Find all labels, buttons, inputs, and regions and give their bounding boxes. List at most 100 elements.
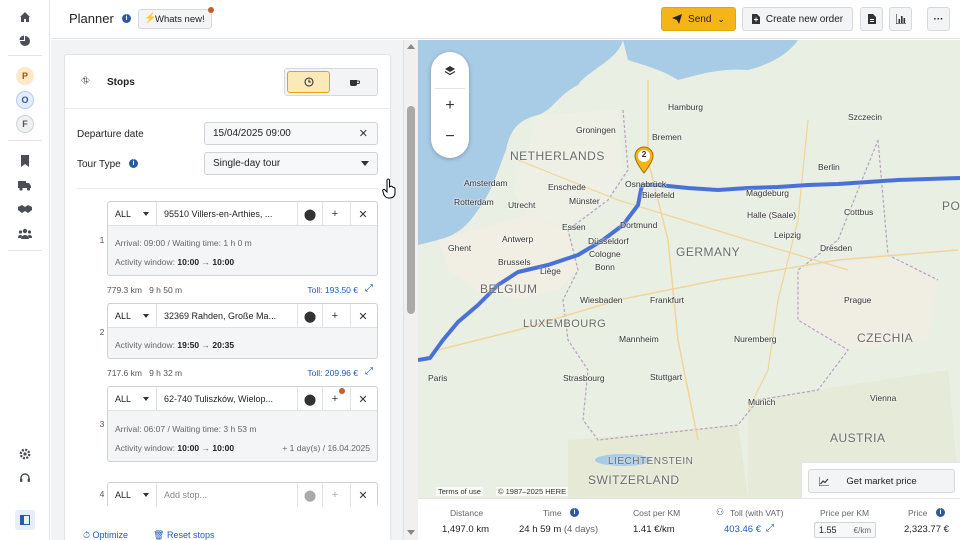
- price-info-icon[interactable]: i: [936, 508, 945, 517]
- leg-toll[interactable]: Toll: 209.96 €: [307, 368, 358, 378]
- location-pin-icon[interactable]: ⬤: [297, 483, 322, 507]
- zoom-out-icon[interactable]: −: [441, 128, 459, 146]
- stop-address[interactable]: 32369 Rahden, Große Ma...: [164, 304, 296, 328]
- remove-stop-icon[interactable]: ✕: [350, 202, 375, 226]
- add-stop-input[interactable]: Add stop...: [164, 483, 296, 507]
- stop-address[interactable]: 95510 Villers-en-Arthies, ...: [164, 202, 296, 226]
- left-panel: ⛗ Stops Departure date 15/04/2025 09:00 …: [51, 40, 403, 540]
- city-label: Enschede: [548, 182, 586, 192]
- price-per-km-input[interactable]: 1.55 €/km: [814, 522, 876, 538]
- clock-toggle-button[interactable]: [287, 71, 330, 93]
- statistics-button[interactable]: [889, 7, 912, 31]
- add-icon[interactable]: +: [322, 304, 347, 328]
- create-new-order-button[interactable]: Create new order: [742, 7, 853, 31]
- handshake-icon[interactable]: [15, 199, 35, 219]
- pdf-export-button[interactable]: [860, 7, 883, 31]
- notification-dot: [207, 7, 214, 13]
- clear-date-icon[interactable]: ✕: [359, 127, 368, 140]
- view-toggle: [284, 68, 378, 96]
- distance-value: 1,497.0 km: [442, 524, 489, 535]
- stop-filter-select[interactable]: ALL: [108, 202, 157, 226]
- stop-filter-select[interactable]: ALL: [108, 483, 157, 507]
- add-icon[interactable]: +: [322, 483, 347, 507]
- terms-of-use-link[interactable]: Terms of use: [436, 487, 483, 496]
- profile-badge-o[interactable]: O: [16, 91, 34, 109]
- whats-new-button[interactable]: ⚡ Whats new!: [138, 7, 214, 29]
- route-map[interactable]: 2 NETHERLANDS BELGIUM LUXEMBOURG GERMANY…: [418, 40, 960, 498]
- tour-type-label: Tour Type: [77, 159, 121, 170]
- remove-stop-icon[interactable]: ✕: [350, 304, 375, 328]
- collapse-sidebar-icon[interactable]: [15, 510, 35, 530]
- zoom-in-icon[interactable]: +: [441, 97, 459, 115]
- info-icon[interactable]: i: [122, 14, 131, 23]
- leg-distance: 717.6 km: [107, 368, 142, 378]
- send-button[interactable]: Send ⌄: [661, 7, 736, 31]
- home-icon[interactable]: [15, 7, 35, 27]
- bookmark-icon[interactable]: [15, 151, 35, 171]
- reset-stops-button[interactable]: 🗑 Reset stops: [153, 530, 214, 540]
- tour-type-info-icon[interactable]: i: [129, 159, 138, 168]
- city-label: Magdeburg: [746, 188, 790, 198]
- location-pin-icon[interactable]: ⬤: [297, 202, 322, 226]
- stop-address[interactable]: 62-740 Tuliszków, Wielop...: [164, 387, 296, 411]
- profile-badge-p[interactable]: P: [16, 67, 34, 85]
- city-label: Halle (Saale): [747, 210, 797, 220]
- support-headset-icon[interactable]: [15, 468, 35, 488]
- scroll-thumb[interactable]: [407, 106, 415, 314]
- pie-chart-icon[interactable]: [15, 31, 35, 51]
- truck-icon[interactable]: [15, 175, 35, 195]
- city-label: Berlin: [818, 162, 840, 172]
- dropdown-caret-icon: [361, 161, 369, 166]
- add-icon[interactable]: +: [322, 387, 347, 411]
- remove-stop-icon[interactable]: ✕: [350, 387, 375, 411]
- settings-gear-icon[interactable]: [15, 444, 35, 464]
- location-pin-icon[interactable]: ⬤: [297, 387, 322, 411]
- map-copyright: © 1987–2025 HERE: [496, 487, 569, 496]
- city-label: Stuttgart: [650, 372, 683, 382]
- get-market-price-button[interactable]: Get market price: [808, 469, 955, 493]
- waiting-time: 3 h 53 m: [223, 424, 257, 434]
- dropdown-caret-icon: [143, 493, 149, 497]
- more-options-button[interactable]: ···: [927, 7, 950, 31]
- stops-header-icon: ⛗: [81, 75, 90, 87]
- city-label: Rotterdam: [454, 197, 494, 207]
- dropdown-caret-icon: [143, 212, 149, 216]
- city-label: Bielefeld: [642, 190, 675, 200]
- waiting-label: / Waiting time:: [167, 424, 222, 434]
- country-label: LIECHTENSTEIN: [608, 456, 694, 467]
- expand-icon[interactable]: ⤢: [365, 283, 373, 294]
- scroll-up-icon[interactable]: [407, 44, 415, 49]
- optimize-button[interactable]: ⏱ Optimize: [83, 530, 128, 540]
- add-icon[interactable]: +: [322, 202, 347, 226]
- panel-scrollbar[interactable]: [403, 40, 418, 540]
- toll-value[interactable]: 403.46 €: [724, 524, 761, 535]
- stop-filter-select[interactable]: ALL: [108, 387, 157, 411]
- stop-filter-select[interactable]: ALL: [108, 304, 157, 328]
- whats-new-label: Whats new!: [155, 13, 205, 25]
- ellipsis-icon: ···: [933, 13, 944, 25]
- coffee-toggle-button[interactable]: [333, 71, 376, 93]
- stop-filter-value: ALL: [115, 209, 132, 219]
- leg-toll[interactable]: Toll: 193.50 €: [307, 285, 358, 295]
- time-value: 24 h 59 m (4 days): [519, 524, 598, 535]
- tour-type-select[interactable]: Single-day tour: [204, 152, 378, 175]
- document-plus-icon: [751, 14, 760, 24]
- city-label: Liège: [540, 266, 561, 276]
- city-label: Cottbus: [844, 207, 874, 217]
- leg-time: 9 h 50 m: [149, 285, 183, 295]
- remove-stop-icon[interactable]: ✕: [350, 483, 375, 507]
- layers-icon[interactable]: [441, 62, 459, 80]
- scroll-down-icon[interactable]: [407, 530, 415, 535]
- departure-date-field[interactable]: 15/04/2025 09:00 ✕: [204, 122, 378, 145]
- profile-badge-f[interactable]: F: [16, 115, 34, 133]
- stop-marker[interactable]: 2: [633, 146, 655, 174]
- location-pin-icon[interactable]: ⬤: [297, 304, 322, 328]
- time-info-icon[interactable]: i: [570, 508, 579, 517]
- time-total: 24 h 59 m: [519, 524, 562, 535]
- users-icon[interactable]: [15, 223, 35, 243]
- trash-icon: 🗑: [153, 530, 165, 540]
- city-label: Wiesbaden: [580, 295, 623, 305]
- paper-plane-icon: [672, 14, 683, 24]
- expand-icon[interactable]: ⤢: [365, 366, 373, 377]
- expand-icon[interactable]: ⤢: [766, 523, 774, 534]
